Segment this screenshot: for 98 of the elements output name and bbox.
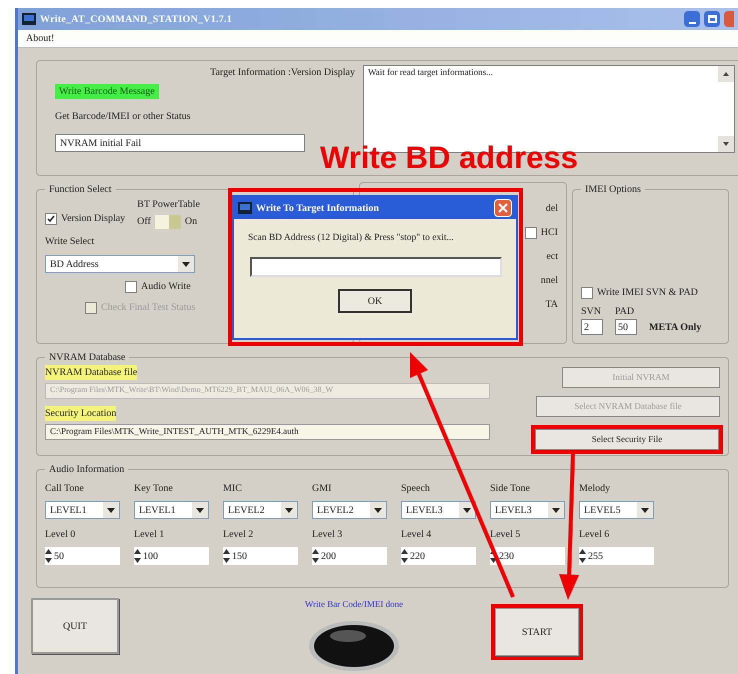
caret-icon [637,502,653,518]
dropdown[interactable]: LEVEL2 [223,501,298,519]
security-path-field[interactable]: C:\Program Files\MTK_Write_INTEST_AUTH_MTK_6229E4.auth [45,424,490,440]
start-button[interactable]: START [495,608,579,656]
level-label: Level 0 [45,528,76,542]
spin-arrows-icon [223,548,230,564]
audio-label: Call Tone [45,482,85,496]
dropdown[interactable]: LEVEL1 [134,501,209,519]
checkbox[interactable] [524,226,537,238]
group-title: Function Select [48,183,112,197]
group-title: IMEI Options [584,183,642,197]
spin-field[interactable]: 200 [312,547,387,565]
dropdown[interactable]: BD Address [45,255,195,273]
dropdown[interactable]: LEVEL5 [579,501,654,519]
checkmark-icon [47,214,55,222]
dropdown[interactable]: LEVEL3 [490,501,565,519]
spin-arrows-icon [45,548,52,564]
option-label: TA [545,298,558,312]
svn-label: SVN [581,305,602,319]
option-label: del [546,202,558,216]
close-button[interactable] [494,199,512,217]
audio-label: Melody [579,482,612,496]
caret-icon [281,502,297,518]
minimize-button[interactable] [684,11,700,27]
checkbox-label: Write IMEI SVN & PAD [597,286,698,300]
svn-field[interactable]: 2 [581,319,603,335]
level-label: Level 1 [134,528,166,542]
log-text: Wait for read target informations... [367,66,494,79]
checkbox[interactable] [125,280,137,292]
spin-arrows-icon [312,548,319,564]
power-table-label: BT PowerTable [137,198,200,212]
app-icon [22,13,36,25]
pad-label: PAD [615,305,636,319]
scroll-up-icon[interactable] [718,66,734,82]
checkbox-label: Version Display [61,212,126,226]
spin-field[interactable]: 220 [401,547,476,565]
on-label: On [184,215,198,229]
spin-field[interactable]: 100 [134,547,209,565]
quit-button[interactable]: QUIT [31,598,119,654]
caret-icon [370,502,386,518]
spin-field[interactable]: 230 [490,547,565,565]
section-title: Target Information :Version Display [210,66,355,80]
security-label: Security Location [45,406,116,421]
app-icon [238,202,252,214]
option-label: nnel [540,274,558,288]
audio-label: MIC [223,482,243,496]
checkbox[interactable] [45,212,57,224]
caret-icon [192,502,208,518]
group-title: Audio Information [48,463,126,477]
meta-only-label: META Only [649,321,702,335]
option-label: ect [546,250,558,264]
annotation-caption: Write BD address [320,142,578,173]
status-message: Write Bar Code/IMEI done [304,598,404,611]
checkbox-label: Check Final Test Status [101,301,196,315]
caret-icon [548,502,564,518]
spin-field[interactable]: 150 [223,547,298,565]
level-label: Level 5 [490,528,522,542]
scroll-down-icon[interactable] [718,136,734,152]
caret-icon [103,502,119,518]
maximize-button[interactable] [704,11,720,27]
caret-icon [178,256,194,272]
spin-arrows-icon [401,548,408,564]
checkbox-label: Audio Write [141,280,191,294]
status-field[interactable]: NVRAM initial Fail [55,134,305,152]
level-label: Level 6 [579,528,610,542]
action-button[interactable]: Select Security File [535,429,719,450]
window-title: Write_AT_COMMAND_STATION_V1.7.1 [40,12,233,26]
level-label: Level 2 [223,528,254,542]
spin-arrows-icon [134,548,141,564]
dropdown[interactable]: LEVEL3 [401,501,476,519]
dialog-title: Write To Target Information [256,202,380,216]
input-field[interactable] [250,257,502,278]
level-label: Level 4 [401,528,432,542]
close-icon [498,203,508,213]
caret-icon [459,502,475,518]
audio-label: GMI [312,482,332,496]
audio-label: Side Tone [490,482,531,496]
off-label: Off [137,215,151,229]
group-title: NVRAM Database [48,351,126,365]
dropdown[interactable]: LEVEL2 [312,501,387,519]
status-label: Get Barcode/IMEI or other Status [55,110,192,124]
pad-field[interactable]: 50 [615,319,637,335]
spin-field[interactable]: 50 [45,547,120,565]
database-label: NVRAM Database file [45,365,138,380]
audio-label: Speech [401,482,431,496]
toggle-switch[interactable] [154,214,181,228]
spin-arrows-icon [579,548,586,564]
dialog-message: Scan BD Address (12 Digital) & Press "stop" to exit... [248,232,455,245]
audio-label: Key Tone [134,482,174,496]
spin-field[interactable]: 255 [579,547,654,565]
checkbox[interactable] [581,286,593,298]
checkbox-label: HCI [540,226,558,240]
dropdown[interactable]: LEVEL1 [45,501,120,519]
write-select-label: Write Select [45,235,96,249]
ok-button[interactable]: OK [338,289,412,314]
menu-item[interactable]: About! [22,31,58,46]
barcode-message: Write Barcode Message [55,84,159,99]
level-label: Level 3 [312,528,344,542]
